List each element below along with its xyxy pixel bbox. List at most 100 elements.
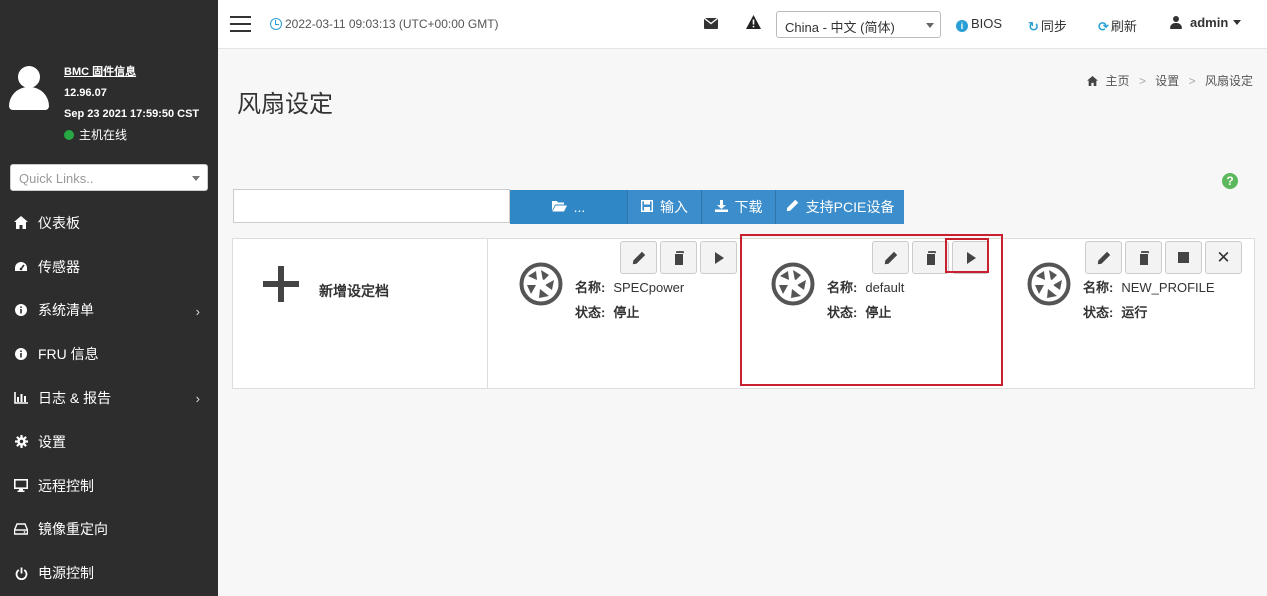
user-panel: BMC 固件信息 12.96.07 Sep 23 2021 17:59:50 C…: [0, 56, 218, 146]
breadcrumb-settings[interactable]: 设置: [1155, 74, 1179, 88]
profile-status: 运行: [1121, 305, 1148, 320]
avatar: [8, 66, 50, 110]
sidebar-item-settings[interactable]: 设置: [0, 420, 218, 464]
chevron-right-icon: ›: [195, 391, 200, 407]
edit-button[interactable]: [872, 241, 909, 274]
chevron-right-icon: ›: [195, 303, 200, 319]
fan-icon: [519, 262, 563, 306]
edit-button[interactable]: [1085, 241, 1122, 274]
profile-meta: 名称: SPECpower 状态: 停止: [575, 280, 685, 320]
stop-button[interactable]: [1165, 241, 1202, 274]
bios-link[interactable]: i BIOS: [956, 16, 1002, 32]
quick-links-select[interactable]: Quick Links..: [10, 164, 208, 191]
sidebar-item-media-redirection[interactable]: 镜像重定向: [0, 508, 218, 552]
info-icon: [14, 303, 28, 317]
pencil-icon: [632, 251, 645, 264]
copy-button[interactable]: [660, 241, 697, 274]
status-dot-icon: [64, 130, 74, 140]
chevron-down-icon: [926, 23, 934, 28]
edit-button[interactable]: [620, 241, 657, 274]
file-toolbar: ... 输入 下载 支持PCIE设备: [510, 190, 904, 224]
profile-meta: 名称: NEW_PROFILE 状态: 运行: [1083, 280, 1215, 320]
sidebar-item-dashboard[interactable]: 仪表板: [0, 201, 218, 245]
bar-chart-icon: [14, 391, 28, 405]
info-icon: [14, 347, 28, 361]
clock-icon: [270, 18, 282, 30]
refresh-icon: ⟳: [1098, 19, 1109, 34]
monitor-icon: [14, 479, 28, 493]
copy-icon: [925, 251, 936, 266]
profile-card-specpower: 名称: SPECpower 状态: 停止: [489, 239, 741, 388]
chevron-down-icon: [1233, 20, 1242, 25]
host-status: 主机在线: [64, 125, 199, 146]
fan-icon: [771, 262, 815, 306]
copy-icon: [1138, 251, 1149, 266]
profile-name: NEW_PROFILE: [1121, 280, 1215, 295]
profile-meta: 名称: default 状态: 停止: [827, 280, 905, 320]
sidebar-item-system-inventory[interactable]: 系统清单 ›: [0, 289, 218, 333]
copy-button[interactable]: [912, 241, 949, 274]
info-icon: i: [956, 20, 968, 32]
pencil-icon: [786, 199, 799, 215]
sidebar-item-sensors[interactable]: 传感器: [0, 245, 218, 289]
delete-button[interactable]: ✕: [1205, 241, 1242, 274]
power-icon: [14, 566, 28, 580]
pcie-support-button[interactable]: 支持PCIE设备: [776, 190, 904, 224]
firmware-version: 12.96.07: [64, 87, 107, 99]
profile-card-new-profile: ✕ 名称: NEW_PROFILE 状态: 运行: [997, 239, 1255, 388]
hamburger-menu-icon[interactable]: [230, 16, 251, 32]
file-path-input[interactable]: [233, 189, 510, 223]
browse-button[interactable]: ...: [510, 190, 628, 224]
refresh-link[interactable]: ⟳ 刷新: [1098, 16, 1137, 35]
plus-icon: [263, 266, 299, 302]
sidebar-item-remote-control[interactable]: 远程控制: [0, 464, 218, 508]
drive-icon: [14, 522, 28, 536]
breadcrumb-fan-settings: 风扇设定: [1204, 74, 1253, 88]
firmware-info-link[interactable]: BMC 固件信息: [64, 62, 199, 83]
download-icon: [714, 199, 728, 215]
language-select[interactable]: China - 中文 (简体): [776, 11, 941, 38]
top-bar: 2022-03-11 09:03:13 (UTC+00:00 GMT) Chin…: [218, 0, 1267, 49]
play-icon: [715, 251, 724, 264]
play-button[interactable]: [700, 241, 737, 274]
profile-name: default: [865, 280, 905, 295]
profile-actions: [617, 241, 737, 274]
play-button[interactable]: [952, 241, 989, 274]
gauge-icon: [14, 260, 28, 274]
sidebar-nav: 仪表板 传感器 系统清单 › FRU 信息 日志 & 报告 › 设置 远程控制: [0, 201, 218, 595]
import-button[interactable]: 输入: [628, 190, 702, 224]
sync-link[interactable]: ↻ 同步: [1028, 16, 1067, 35]
sidebar-item-power-control[interactable]: 电源控制: [0, 551, 218, 595]
copy-button[interactable]: [1125, 241, 1162, 274]
add-profile-label: 新增设定档: [319, 283, 389, 299]
page-title: 风扇设定: [237, 91, 333, 118]
profile-card-default: 名称: default 状态: 停止: [741, 239, 997, 388]
warning-icon[interactable]: [746, 15, 761, 33]
bmc-info: BMC 固件信息 12.96.07 Sep 23 2021 17:59:50 C…: [64, 62, 199, 146]
profile-name: SPECpower: [613, 280, 685, 295]
play-icon: [967, 251, 976, 264]
chevron-down-icon: [192, 176, 200, 181]
build-date: Sep 23 2021 17:59:50 CST: [64, 108, 200, 120]
download-button[interactable]: 下载: [702, 190, 776, 224]
pencil-icon: [1097, 251, 1110, 264]
save-icon: [640, 199, 654, 215]
fan-icon: [1027, 262, 1071, 306]
mail-icon[interactable]: [704, 18, 718, 29]
user-icon: [1170, 16, 1182, 29]
copy-icon: [673, 251, 684, 266]
breadcrumb: 主页 > 设置 > 风扇设定: [1087, 72, 1253, 89]
profile-status: 停止: [613, 305, 640, 320]
sync-icon: ↻: [1028, 19, 1039, 34]
profile-actions: [869, 241, 989, 274]
home-icon: [14, 216, 28, 230]
sidebar-item-logs-reports[interactable]: 日志 & 报告 ›: [0, 376, 218, 420]
sidebar-item-fru-info[interactable]: FRU 信息: [0, 332, 218, 376]
folder-open-icon: [551, 200, 567, 215]
pencil-icon: [884, 251, 897, 264]
close-icon: ✕: [1216, 247, 1231, 267]
help-icon[interactable]: ?: [1222, 173, 1238, 189]
breadcrumb-home[interactable]: 主页: [1106, 74, 1130, 88]
add-profile-card[interactable]: 新增设定档: [233, 239, 488, 388]
user-menu[interactable]: admin: [1170, 15, 1242, 30]
